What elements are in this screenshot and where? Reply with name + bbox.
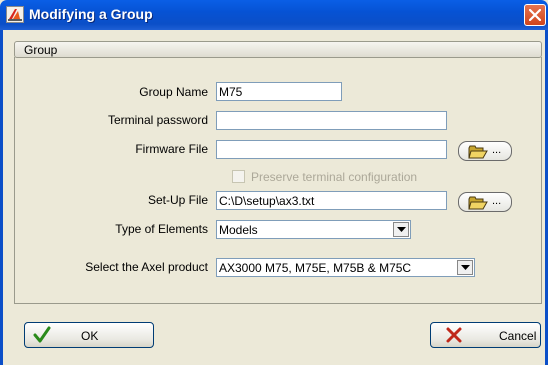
setup-file-input[interactable]: C:\D\setup\ax3.txt xyxy=(216,191,447,210)
folder-open-icon xyxy=(468,145,488,159)
ok-button[interactable]: OK xyxy=(24,322,154,348)
chevron-down-icon[interactable] xyxy=(457,260,473,275)
group-header: Group xyxy=(14,41,542,58)
group-name-input[interactable]: M75 xyxy=(216,82,342,101)
title-bar[interactable]: Modifying a Group xyxy=(0,0,548,30)
x-icon xyxy=(446,327,462,343)
window-title: Modifying a Group xyxy=(29,6,153,22)
firmware-file-input[interactable] xyxy=(216,140,447,159)
group-name-label: Group Name xyxy=(139,85,208,99)
firmware-browse-button[interactable]: ... xyxy=(458,141,512,161)
close-button[interactable] xyxy=(524,4,546,26)
window-frame-left xyxy=(0,30,3,365)
dialog-window: Modifying a Group Group Group Name M75 T… xyxy=(0,0,548,365)
group-header-label: Group xyxy=(24,43,58,57)
setup-browse-button[interactable]: ... xyxy=(458,192,512,212)
preserve-config-label: Preserve terminal configuration xyxy=(251,170,418,184)
type-of-elements-select[interactable]: Models xyxy=(216,220,411,239)
axel-product-select[interactable]: AX3000 M75, M75E, M75B & M75C xyxy=(216,258,475,277)
terminal-password-input[interactable] xyxy=(216,111,447,130)
setup-browse-label: ... xyxy=(492,195,502,207)
ok-button-label: OK xyxy=(81,329,99,343)
axel-app-icon xyxy=(6,6,24,23)
axel-product-value: AX3000 M75, M75E, M75B & M75C xyxy=(219,261,412,275)
folder-open-icon xyxy=(468,196,488,210)
firmware-file-label: Firmware File xyxy=(135,142,208,156)
close-icon xyxy=(529,9,541,21)
setup-file-label: Set-Up File xyxy=(147,193,208,207)
firmware-browse-label: ... xyxy=(492,144,502,156)
cancel-button-label: Cancel xyxy=(499,329,537,343)
terminal-password-label: Terminal password xyxy=(107,113,208,127)
check-icon xyxy=(33,326,51,343)
cancel-button[interactable]: Cancel xyxy=(430,322,541,348)
type-of-elements-label: Type of Elements xyxy=(115,222,208,236)
preserve-config-checkbox[interactable] xyxy=(232,170,245,183)
chevron-down-icon[interactable] xyxy=(393,222,409,237)
type-of-elements-value: Models xyxy=(219,223,258,237)
axel-product-label: Select the Axel product xyxy=(85,260,208,274)
